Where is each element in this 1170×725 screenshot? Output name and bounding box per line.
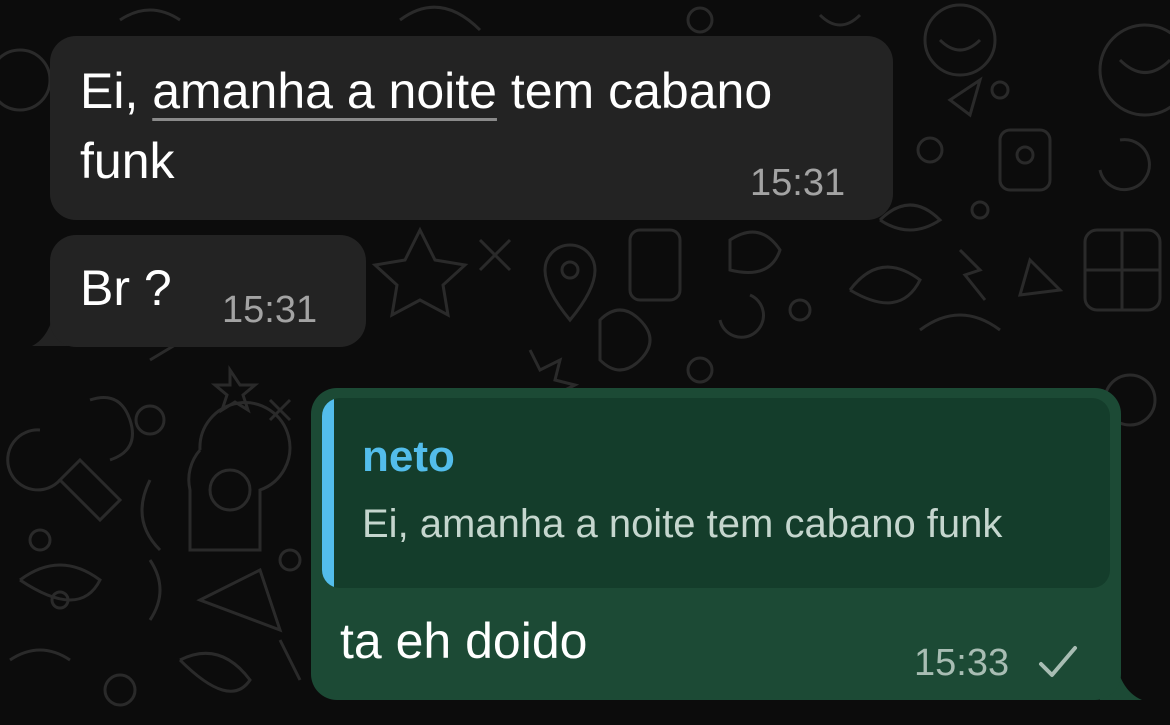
message-text: ta eh doido: [340, 613, 588, 669]
detected-date-link[interactable]: amanha a noite: [152, 63, 497, 119]
message-timestamp: 15:33: [914, 642, 1010, 684]
message-text: Ei, amanha a noite tem cabano: [80, 58, 772, 124]
message-text: Br ?: [80, 260, 172, 316]
sent-check-icon: [1039, 646, 1077, 677]
incoming-message[interactable]: Ei, amanha a noite tem cabano funk 15:31: [50, 36, 893, 220]
message-timestamp: 15:31: [222, 289, 318, 331]
message-timestamp: 15:31: [750, 162, 846, 204]
incoming-message[interactable]: Br ? 15:31: [50, 235, 366, 347]
chat-view: Ei, amanha a noite tem cabano funk 15:31…: [0, 0, 1170, 725]
quote-accent-bar: [322, 398, 334, 588]
message-text-part: tem cabano: [496, 63, 773, 119]
quote-author: neto: [362, 432, 455, 481]
message-text-part: Ei,: [80, 63, 153, 119]
message-text-line2: funk: [80, 133, 175, 189]
reply-quote[interactable]: neto Ei, amanha a noite tem cabano funk: [322, 398, 1110, 588]
quote-text: Ei, amanha a noite tem cabano funk: [362, 502, 1003, 546]
